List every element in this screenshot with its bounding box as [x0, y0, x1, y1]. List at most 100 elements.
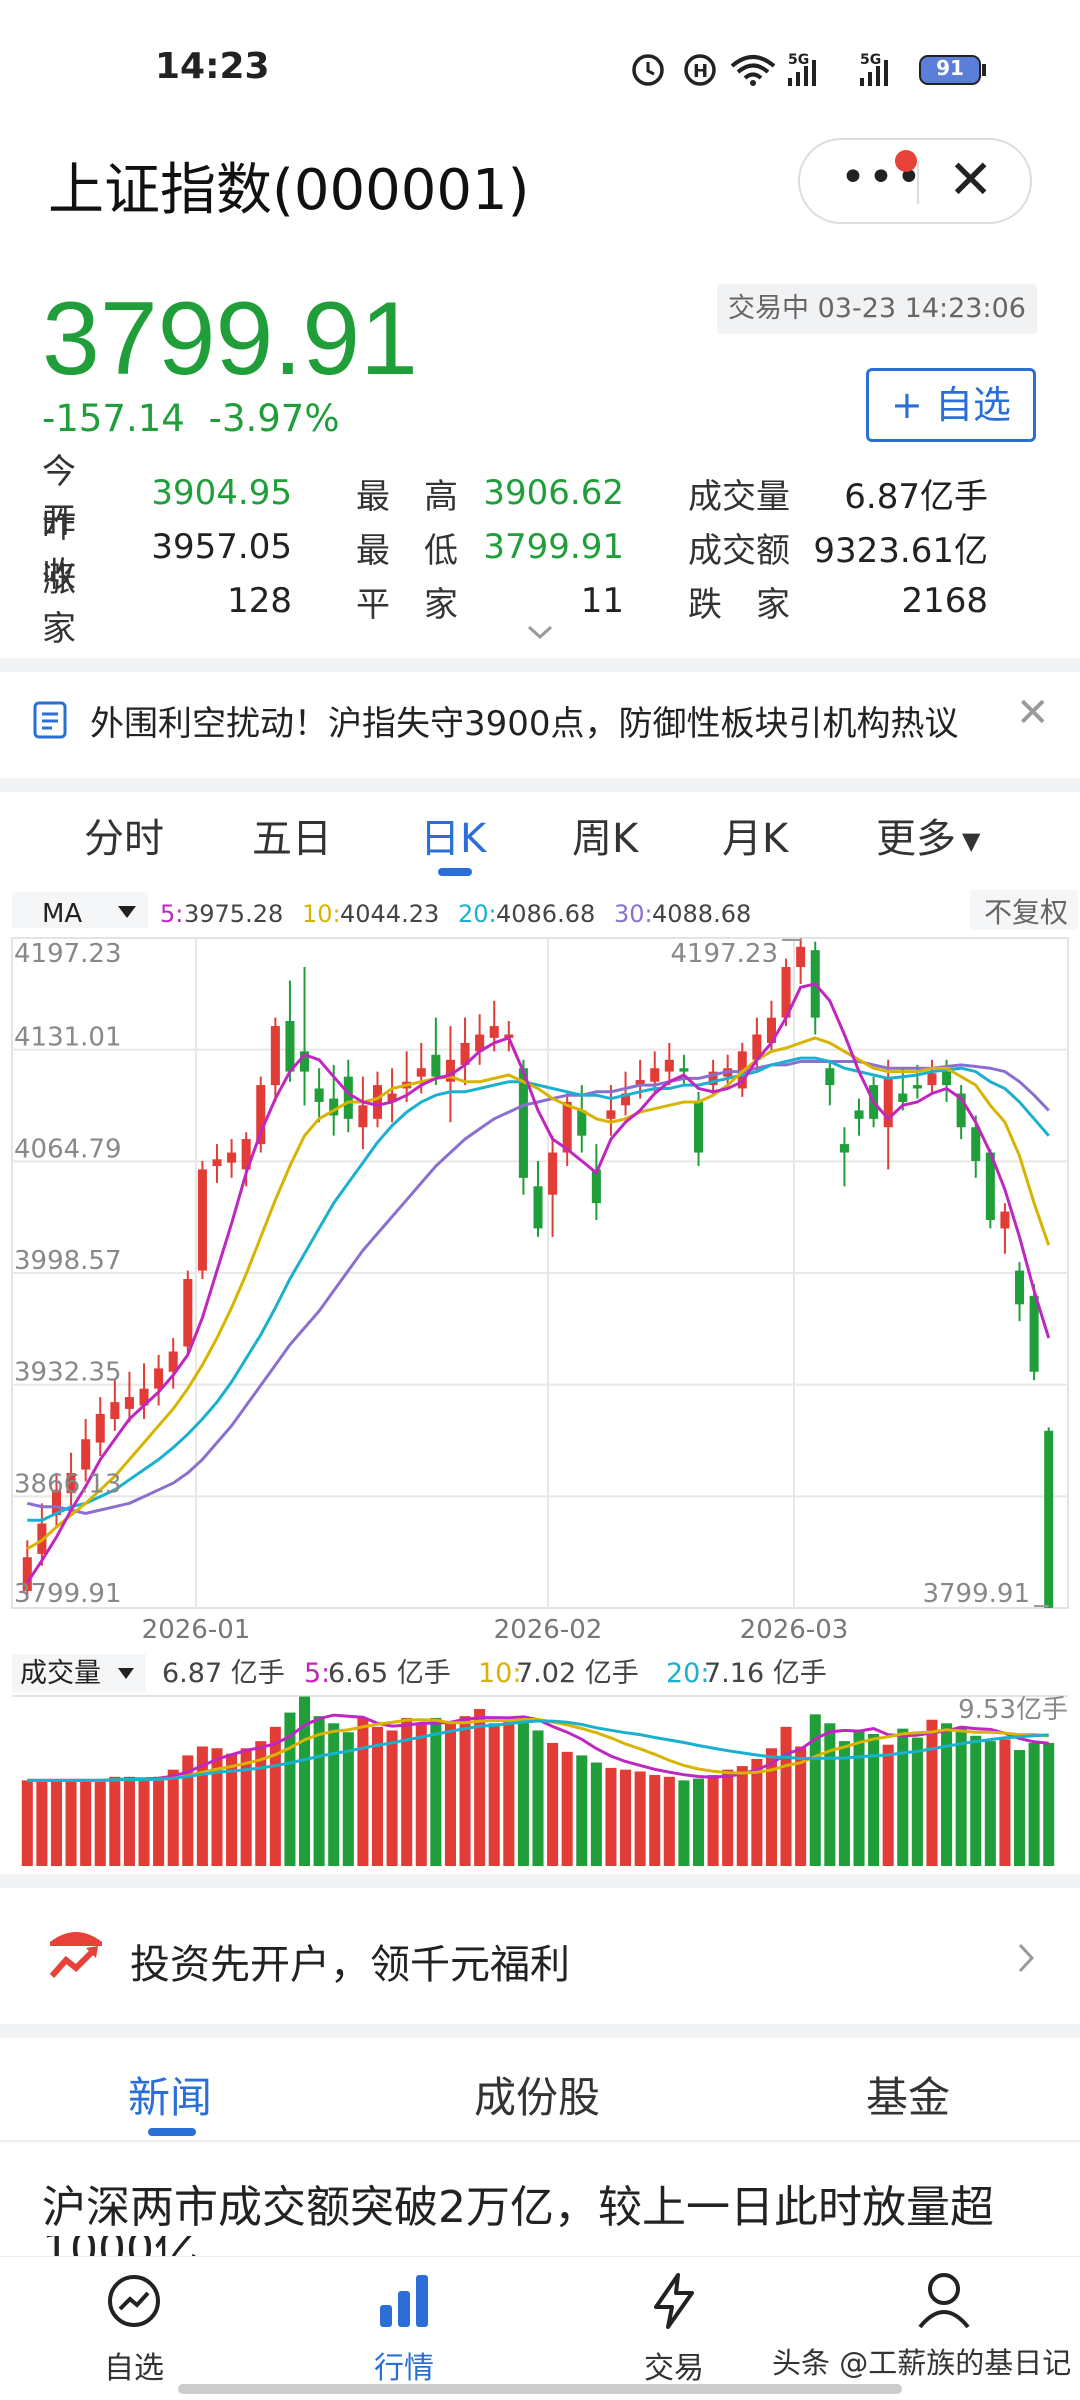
trend-circle-icon: [108, 2275, 160, 2327]
volume-bar: [532, 1730, 544, 1866]
section-divider: [0, 2024, 1080, 2038]
volume-bar: [138, 1780, 150, 1866]
add-watchlist-button[interactable]: + 自选: [866, 368, 1036, 442]
candle-body: [358, 1105, 368, 1128]
volume-ma-label: 10:: [478, 1658, 521, 1689]
candle-body: [270, 1026, 280, 1086]
stat-label: 成交额: [688, 530, 790, 571]
capsule-divider: [917, 162, 919, 204]
stat-row: 昨 收 3957.05 最 低 3799.91 成交额 9323.61亿: [42, 506, 1042, 595]
ad-text: 投资先开户，领千元福利: [130, 1942, 570, 1988]
section-divider: [0, 658, 1080, 672]
candle-body: [912, 1085, 922, 1089]
volume-bar: [984, 1741, 996, 1866]
y-tick-label: 3866.13: [14, 1469, 122, 1499]
volume-bar: [722, 1769, 734, 1866]
banner-close-icon[interactable]: ✕: [1016, 690, 1050, 736]
volume-bar: [444, 1721, 456, 1866]
ma5-line: [26, 982, 1051, 1584]
volume-bar: [838, 1741, 850, 1866]
volume-bar: [240, 1748, 252, 1866]
candle-body: [183, 1279, 193, 1347]
volume-bar: [926, 1719, 938, 1866]
tab-funds[interactable]: 基金: [866, 2064, 950, 2125]
account-open-ad[interactable]: 投资先开户，领千元福利: [0, 1888, 1080, 2028]
news-banner[interactable]: 外围利空扰动！沪指失守3900点，防御性板块引机构热议 ✕: [0, 672, 1080, 782]
volume-bar: [474, 1709, 486, 1866]
volume-bar: [459, 1716, 471, 1866]
ma-legend-value: 4088.68: [652, 900, 751, 928]
wifi-icon: [730, 55, 776, 86]
tab-week-k[interactable]: 周K: [572, 806, 638, 864]
candle-body: [1044, 1430, 1054, 1608]
candle-body: [854, 1110, 864, 1119]
volume-bar: [853, 1730, 865, 1866]
close-icon[interactable]: ✕: [948, 148, 993, 211]
ma-legend-label: 30:: [614, 900, 653, 928]
expand-chevron-icon[interactable]: [526, 622, 554, 642]
tab-news[interactable]: 新闻: [128, 2064, 212, 2125]
volume-ma-value: 6.65 亿手: [328, 1658, 451, 1689]
volume-ma-value: 7.02 亿手: [516, 1658, 639, 1689]
stat-label: 最 高: [356, 476, 458, 517]
tab-more[interactable]: 更多 ▼: [876, 806, 980, 864]
svg-text:5G: 5G: [860, 52, 881, 68]
caret-down-icon: ▼: [962, 827, 981, 855]
volume-bar: [65, 1780, 77, 1866]
stat-value: 3799.91: [483, 527, 624, 567]
volume-bar: [780, 1726, 792, 1866]
candle-body: [154, 1368, 164, 1389]
candle-body: [693, 1101, 704, 1153]
volume-bar: [634, 1771, 646, 1866]
volume-bar: [707, 1775, 719, 1866]
volume-bar: [488, 1723, 500, 1866]
signal-5g-icon-2: 5G: [860, 52, 888, 86]
y-tick-label: 3932.35: [14, 1358, 122, 1388]
nav-market-label: 行情: [374, 2351, 434, 2386]
tab-five-day[interactable]: 五日: [252, 806, 332, 864]
tab-day-k[interactable]: 日K: [420, 806, 486, 864]
candle-body: [212, 1159, 222, 1167]
candle-body: [577, 1110, 587, 1136]
volume-bar: [503, 1719, 515, 1866]
ma-legend-label: 5:: [160, 900, 183, 928]
home-indicator[interactable]: [178, 2384, 902, 2394]
volume-bar: [21, 1780, 33, 1866]
candle-body: [314, 1088, 324, 1102]
y-tick-label: 4064.79: [14, 1134, 122, 1164]
tencent-stock-logo-icon: [48, 1928, 104, 1984]
tab-more-label: 更多: [876, 816, 956, 862]
candle-body: [650, 1068, 660, 1082]
active-tab-indicator: [438, 868, 472, 876]
volume-bar: [328, 1723, 340, 1866]
volume-bar: [736, 1766, 748, 1866]
tab-minute[interactable]: 分时: [84, 806, 164, 864]
change-percent: -3.97%: [208, 397, 340, 440]
candle-body: [1014, 1270, 1025, 1305]
tab-month-k[interactable]: 月K: [722, 806, 788, 864]
volume-bar: [868, 1733, 880, 1866]
stat-value: 2168: [901, 581, 988, 621]
volume-bar: [999, 1739, 1011, 1866]
volume-bar: [94, 1780, 106, 1866]
candle-body: [416, 1068, 426, 1077]
volume-max-label: 9.53亿手: [958, 1695, 1068, 1725]
mini-app-capsule: ••• ✕: [798, 138, 1032, 224]
ma-legend-label: 10:: [302, 900, 341, 928]
candle-body: [942, 1071, 952, 1086]
high-marker-label: 4197.23: [670, 939, 778, 969]
candle-body: [431, 1054, 441, 1077]
adjust-label: 不复权: [984, 896, 1068, 929]
volume-bar: [109, 1776, 121, 1866]
ma20-line: [27, 1056, 1050, 1522]
watermark-text: 头条 @工薪族的基日记: [772, 2346, 1072, 2380]
kline-chart[interactable]: MA 5: 3975.28 10: 4044.23 20: 4086.68 30: 4088.6…: [0, 888, 1080, 1878]
volume-bar: [167, 1769, 179, 1866]
news-headline[interactable]: 沪深两市成交额突破2万亿，较上一日此时放量超: [42, 2180, 1052, 2236]
ma30-line: [26, 1060, 1050, 1515]
candle-body: [197, 1169, 207, 1271]
tab-constituents[interactable]: 成份股: [474, 2064, 600, 2125]
x-tick-label: 2026-03: [740, 1615, 849, 1645]
volume-ma-label: 20:: [666, 1658, 709, 1689]
ma-legend-label: 20:: [458, 900, 497, 928]
